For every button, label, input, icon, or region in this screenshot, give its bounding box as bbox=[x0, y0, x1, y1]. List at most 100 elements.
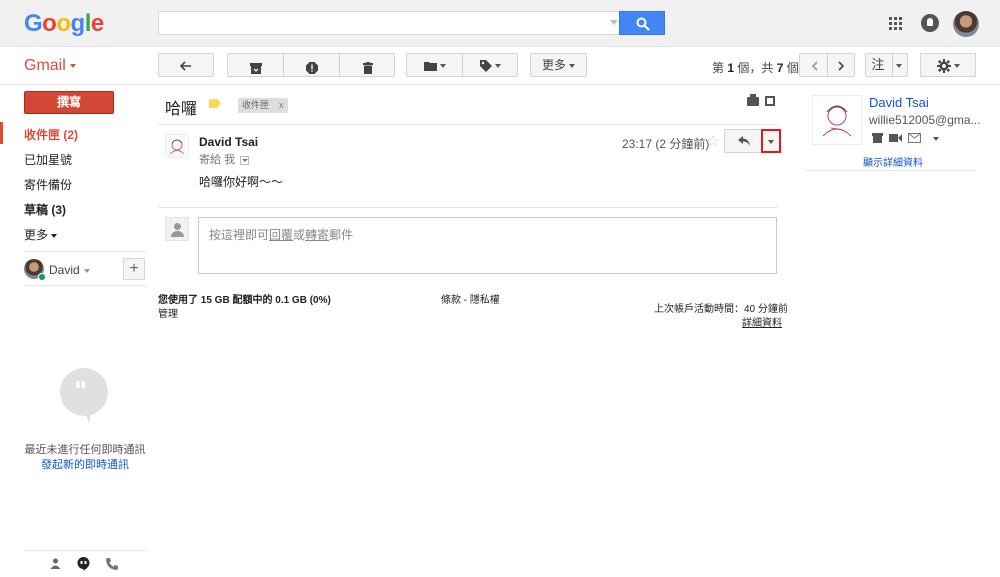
contacts-person-icon[interactable] bbox=[50, 558, 61, 569]
new-chat-button[interactable]: + bbox=[123, 258, 145, 280]
divider bbox=[24, 251, 146, 252]
back-to-inbox-button[interactable] bbox=[158, 53, 214, 77]
manage-storage-link[interactable]: 管理 bbox=[158, 305, 178, 320]
start-new-chat-link[interactable]: 發起新的即時通訊 bbox=[15, 456, 155, 472]
search-options-chevron-icon[interactable] bbox=[610, 20, 618, 25]
phone-icon[interactable] bbox=[106, 558, 118, 570]
reply-hint-prefix: 按這裡即可 bbox=[209, 228, 270, 242]
chevron-down-icon bbox=[69, 63, 76, 68]
labels-button[interactable] bbox=[463, 54, 518, 76]
search-icon bbox=[636, 17, 650, 31]
logo-letter: G bbox=[24, 10, 43, 37]
sidebar-item-starred[interactable]: 已加星號 bbox=[24, 151, 72, 168]
chevron-down-icon bbox=[440, 63, 446, 68]
logo-letter: g bbox=[70, 10, 86, 37]
terms-privacy-link[interactable]: 條款 - 隱私權 bbox=[441, 291, 500, 306]
settings-button[interactable] bbox=[920, 53, 976, 77]
delete-button[interactable] bbox=[340, 54, 395, 76]
chevron-down-icon bbox=[569, 63, 575, 68]
search-input[interactable] bbox=[158, 11, 620, 35]
contact-avatar[interactable] bbox=[812, 95, 862, 145]
sidebar-more-label: 更多 bbox=[24, 228, 49, 242]
move-label-button-group bbox=[406, 53, 518, 77]
divider bbox=[805, 170, 976, 171]
reply-link[interactable]: 回覆 bbox=[269, 228, 293, 242]
contact-name[interactable]: David Tsai bbox=[869, 95, 929, 110]
divider bbox=[158, 124, 778, 125]
recipient-line: 寄給 我 bbox=[199, 151, 250, 167]
chat-user-menu[interactable]: David bbox=[49, 263, 90, 277]
activity-details-link[interactable]: 詳細資料 bbox=[742, 314, 782, 329]
chevron-down-icon[interactable] bbox=[933, 137, 939, 141]
reply-button[interactable] bbox=[724, 129, 762, 153]
show-contact-details-link[interactable]: 顯示詳細資料 bbox=[863, 154, 923, 169]
compose-button[interactable]: 撰寫 bbox=[24, 91, 114, 114]
google-logo[interactable]: Google bbox=[24, 10, 104, 38]
message-more-options-button[interactable] bbox=[761, 129, 781, 153]
video-call-icon[interactable] bbox=[889, 133, 902, 143]
star-icon[interactable]: ☆ bbox=[706, 132, 719, 150]
chevron-down-icon bbox=[51, 233, 58, 238]
apps-grid-icon[interactable] bbox=[889, 17, 903, 31]
sidebar-item-drafts[interactable]: 草稿 (3) bbox=[24, 201, 66, 218]
sender-avatar[interactable] bbox=[165, 134, 189, 158]
search-button[interactable] bbox=[619, 11, 665, 35]
newer-button[interactable] bbox=[800, 54, 828, 76]
archive-icon bbox=[250, 62, 262, 74]
pagination-prefix: 第 bbox=[712, 61, 725, 75]
chat-user-name: David bbox=[49, 263, 80, 277]
older-button[interactable] bbox=[828, 54, 855, 76]
archive-button[interactable] bbox=[228, 54, 284, 76]
gear-icon bbox=[936, 58, 951, 73]
notifications-bell-icon[interactable] bbox=[921, 14, 939, 32]
gmail-app-switcher[interactable]: Gmail bbox=[24, 57, 76, 75]
forward-link[interactable]: 轉寄 bbox=[305, 228, 329, 242]
chevron-down-icon bbox=[895, 63, 902, 68]
divider bbox=[892, 54, 893, 76]
label-tag-icon bbox=[480, 59, 492, 72]
sidebar-item-inbox[interactable]: 收件匣 (2) bbox=[24, 126, 78, 143]
chevron-down-icon bbox=[83, 268, 90, 273]
pagination-suffix: 個 bbox=[786, 61, 799, 75]
sidebar-item-more[interactable]: 更多 bbox=[24, 226, 58, 243]
contact-sketch-avatar-icon bbox=[822, 105, 852, 137]
label-chip-inbox[interactable]: 收件匣 x bbox=[238, 98, 288, 113]
show-details-chevron-icon[interactable] bbox=[240, 155, 250, 165]
message-body: 哈囉你好啊～～ bbox=[199, 175, 284, 189]
reply-arrow-icon bbox=[738, 136, 750, 146]
last-activity-text: 上次帳戶活動時間：40 分鐘前 bbox=[654, 304, 788, 315]
report-spam-icon bbox=[306, 62, 318, 75]
divider bbox=[24, 285, 146, 286]
plus-icon: + bbox=[129, 260, 139, 277]
pagination-total: 7 bbox=[776, 61, 784, 75]
action-button-group bbox=[227, 53, 395, 77]
sidebar-item-sent[interactable]: 寄件備份 bbox=[24, 176, 72, 193]
contact-email: willie512005@gma... bbox=[869, 113, 981, 127]
print-icon[interactable] bbox=[747, 94, 759, 106]
report-spam-button[interactable] bbox=[284, 54, 340, 76]
remove-label-icon[interactable]: x bbox=[279, 100, 284, 110]
account-avatar[interactable] bbox=[953, 11, 979, 37]
pagination-current: 1 bbox=[727, 61, 735, 75]
logo-letter: o bbox=[42, 10, 57, 37]
hangouts-chat-icon[interactable] bbox=[872, 133, 883, 143]
my-avatar-placeholder bbox=[165, 217, 189, 241]
pagination-mid: 個，共 bbox=[737, 61, 774, 75]
logo-letter: e bbox=[90, 10, 104, 37]
divider bbox=[158, 207, 778, 208]
back-arrow-icon bbox=[180, 61, 191, 71]
more-actions-button[interactable]: 更多 bbox=[530, 53, 587, 77]
action-toolbar: Gmail 更多 第 1 個，共 7 個 注 bbox=[0, 47, 1000, 85]
importance-marker-icon[interactable] bbox=[209, 99, 221, 108]
chevron-left-icon bbox=[811, 61, 818, 71]
no-recent-chats-text: 最近未進行任何即時通訊 bbox=[24, 444, 146, 456]
move-to-button[interactable] bbox=[407, 54, 463, 76]
quick-reply-box[interactable]: 按這裡即可回覆或轉寄郵件 bbox=[198, 217, 777, 274]
hangouts-icon[interactable] bbox=[77, 557, 90, 571]
new-window-icon[interactable] bbox=[765, 96, 775, 106]
input-tools-button[interactable]: 注 bbox=[865, 53, 908, 77]
email-envelope-icon[interactable] bbox=[908, 133, 921, 143]
chevron-down-icon bbox=[495, 63, 501, 68]
input-tools-label: 注 bbox=[871, 57, 885, 72]
sender-name[interactable]: David Tsai bbox=[199, 135, 258, 149]
